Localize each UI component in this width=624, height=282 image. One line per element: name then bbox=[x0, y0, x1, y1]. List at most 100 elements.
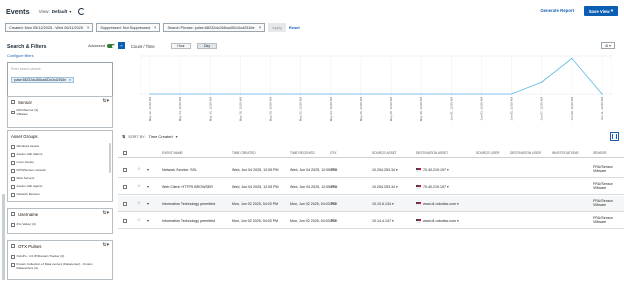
row-checkbox[interactable] bbox=[123, 202, 127, 206]
close-icon[interactable]: × bbox=[69, 78, 71, 82]
data-point[interactable] bbox=[300, 93, 302, 95]
filter-chip-search[interactable]: Search Phrase: pulse:68232dc268ca452c0cd… bbox=[163, 23, 266, 32]
filter-option[interactable]: Linux Assets bbox=[11, 160, 34, 165]
data-point[interactable] bbox=[330, 93, 332, 95]
checkbox[interactable] bbox=[11, 153, 15, 157]
event-name[interactable]: Network Service: SSL bbox=[162, 168, 197, 172]
advanced-toggle[interactable]: Advanced bbox=[88, 44, 115, 48]
checkbox[interactable] bbox=[11, 110, 15, 115]
filter-option[interactable]: Assets with Agents bbox=[11, 184, 42, 189]
refresh-icon[interactable] bbox=[78, 7, 86, 15]
data-point[interactable] bbox=[450, 93, 452, 95]
destination-asset[interactable]: 70.40.219.197 ▾ bbox=[416, 168, 449, 172]
column-header[interactable]: Destination Asset bbox=[416, 151, 448, 155]
chevron-down-icon[interactable]: ▾ bbox=[147, 184, 149, 189]
checkbox[interactable] bbox=[11, 244, 15, 248]
filter-chip-suppressed[interactable]: Suppressed: Not Suppressed × bbox=[96, 23, 161, 32]
data-point[interactable] bbox=[601, 93, 603, 95]
star-icon[interactable]: ☆ bbox=[137, 217, 141, 223]
chevron-down-icon[interactable]: ▾ bbox=[147, 218, 149, 223]
data-point[interactable] bbox=[179, 93, 181, 95]
star-icon[interactable]: ☆ bbox=[137, 183, 141, 189]
sort-by-control[interactable]: ⇅ SORT BY: Time Created ▾ bbox=[122, 134, 178, 139]
chevron-down-icon[interactable]: ▾ bbox=[147, 167, 149, 172]
sort-icon[interactable]: ⇅▾ bbox=[102, 242, 109, 248]
column-header[interactable]: OTX bbox=[330, 151, 337, 155]
checkbox[interactable] bbox=[11, 263, 15, 267]
checkbox[interactable] bbox=[11, 161, 15, 165]
star-icon[interactable]: ☆ bbox=[137, 166, 141, 172]
checkbox[interactable] bbox=[11, 193, 15, 197]
checkbox[interactable] bbox=[11, 100, 15, 104]
search-input[interactable]: Enter search phrase pulse:68232dc268ca45… bbox=[7, 62, 113, 98]
filter-option[interactable]: Windows Assets bbox=[11, 144, 39, 149]
filter-option[interactable]: Web Servers bbox=[11, 176, 34, 181]
event-name[interactable]: Web Client: HTTPS BROWSER bbox=[162, 185, 213, 189]
table-row[interactable]: ☆ ▾ Network Service: SSL Wed, Jun 04 202… bbox=[118, 162, 624, 178]
sort-icon[interactable]: ⇅▾ bbox=[102, 98, 109, 104]
destination-asset[interactable]: www.l4-robotics.com ▾ bbox=[416, 219, 459, 223]
data-point[interactable] bbox=[571, 57, 573, 59]
filter-option[interactable]: Known Collection of Data centers (Datace… bbox=[11, 262, 107, 270]
event-name[interactable]: Information Technology permitted bbox=[162, 202, 215, 206]
data-point[interactable] bbox=[420, 93, 422, 95]
close-icon[interactable]: × bbox=[87, 25, 89, 30]
checkbox[interactable] bbox=[11, 185, 15, 189]
chevron-down-icon[interactable]: ▾ bbox=[396, 168, 398, 172]
destination-asset[interactable]: 70.40.219.197 ▾ bbox=[416, 185, 449, 189]
column-header[interactable]: Source Asset bbox=[372, 151, 397, 155]
source-asset[interactable]: 10.254.253.34 ▾ bbox=[372, 185, 398, 189]
event-name[interactable]: Information Technology permitted bbox=[162, 219, 215, 223]
generate-report-link[interactable]: Generate Report bbox=[540, 8, 574, 13]
group-header[interactable]: Username ⇅▾ bbox=[8, 209, 112, 219]
save-view-button[interactable]: Save View ▾ bbox=[583, 6, 618, 16]
chart-settings-icon[interactable]: ⚙ ▾ bbox=[601, 42, 615, 49]
chevron-down-icon[interactable]: ▾ bbox=[447, 168, 449, 172]
column-header[interactable]: Time Received bbox=[290, 151, 315, 155]
filter-option[interactable]: Assets with Alarms bbox=[11, 152, 42, 157]
close-icon[interactable]: × bbox=[259, 25, 261, 30]
configure-filters-link[interactable]: Configure filters bbox=[7, 54, 34, 58]
star-icon[interactable]: ☆ bbox=[137, 200, 141, 206]
source-asset[interactable]: 10.254.253.34 ▾ bbox=[372, 168, 398, 172]
filter-chip-created[interactable]: Created: Mon 05/12/2025 - Wed 06/11/2025… bbox=[5, 23, 94, 32]
filter-option[interactable]: Network Devices bbox=[11, 192, 40, 197]
chevron-down-icon[interactable]: ▾ bbox=[396, 185, 398, 189]
column-header[interactable]: Sensor bbox=[593, 151, 606, 155]
row-checkbox[interactable] bbox=[123, 219, 127, 223]
checkbox[interactable] bbox=[11, 212, 15, 216]
toggle-switch[interactable] bbox=[107, 44, 115, 48]
data-point[interactable] bbox=[480, 93, 483, 95]
data-point[interactable] bbox=[511, 93, 513, 95]
view-selector[interactable]: Default bbox=[52, 9, 68, 14]
checkbox[interactable] bbox=[11, 177, 15, 181]
columns-icon[interactable] bbox=[610, 132, 619, 141]
column-header[interactable]: Investigations bbox=[552, 151, 579, 155]
data-point[interactable] bbox=[149, 93, 151, 95]
checkbox[interactable] bbox=[11, 223, 15, 227]
data-point[interactable] bbox=[239, 93, 241, 95]
filter-option[interactable]: FIPS/Sensor-network bbox=[11, 168, 46, 173]
chevron-down-icon[interactable]: ▾ bbox=[69, 9, 71, 14]
chevron-down-icon[interactable]: ▾ bbox=[457, 202, 459, 206]
checkbox[interactable] bbox=[11, 145, 15, 149]
data-point[interactable] bbox=[360, 93, 362, 95]
filter-option[interactable]: OvisPu - C2 IP/Domain Tracker (4) bbox=[11, 254, 64, 259]
search-phrase-chip[interactable]: pulse:68232dc268ca452c0cd2516e × bbox=[11, 77, 75, 83]
group-header[interactable]: OTX Pulses ⇅▾ bbox=[8, 241, 112, 251]
select-all-checkbox[interactable] bbox=[123, 151, 127, 155]
chevron-down-icon[interactable]: ▾ bbox=[392, 202, 394, 206]
chevron-down-icon[interactable]: ▾ bbox=[447, 185, 449, 189]
table-row[interactable]: ☆ ▾ Information Technology permitted Mon… bbox=[118, 213, 624, 229]
column-header[interactable]: Event Name bbox=[162, 151, 183, 155]
apply-button[interactable]: Apply bbox=[268, 23, 286, 32]
data-point[interactable] bbox=[209, 93, 211, 95]
toggle-hour[interactable]: Hour bbox=[171, 43, 191, 49]
checkbox[interactable] bbox=[11, 255, 15, 259]
toggle-day[interactable]: Day bbox=[197, 43, 217, 49]
chevron-down-icon[interactable]: ▾ bbox=[392, 219, 394, 223]
data-point[interactable] bbox=[269, 93, 272, 95]
column-header[interactable]: Time Created bbox=[232, 151, 256, 155]
source-asset[interactable]: 10.14.4.147 ▾ bbox=[372, 219, 394, 223]
column-header[interactable]: Source User bbox=[476, 151, 499, 155]
